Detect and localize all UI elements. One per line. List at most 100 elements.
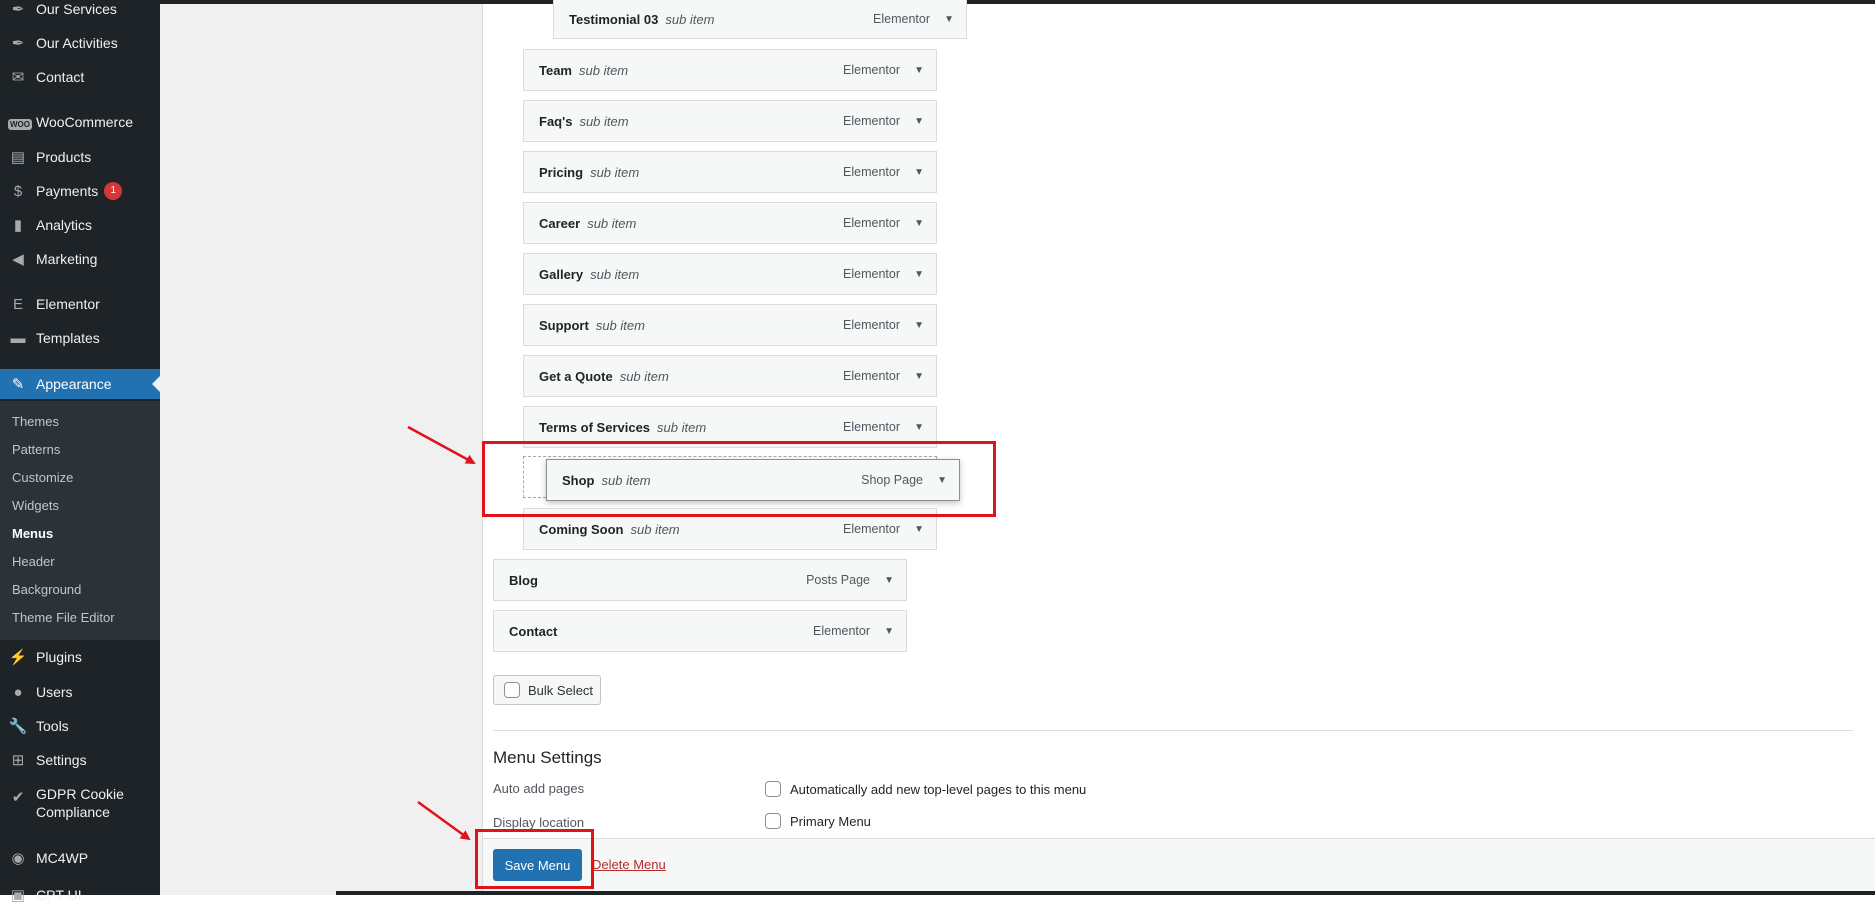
submenu-item-widgets[interactable]: Widgets: [12, 498, 59, 513]
bulk-select-checkbox[interactable]: [504, 682, 520, 698]
sidebar-item-our-activities[interactable]: ✒ Our Activities: [0, 28, 160, 58]
sidebar-item-label: Analytics: [36, 217, 93, 233]
menu-item-type: Elementor: [843, 522, 900, 536]
megaphone-icon: ◀: [12, 251, 24, 268]
menu-item-faq-s[interactable]: Faq's sub item Elementor ▼: [523, 100, 937, 142]
auto-add-option-label: Automatically add new top-level pages to…: [790, 781, 1087, 797]
caret-down-icon[interactable]: ▼: [914, 524, 924, 535]
sidebar-item-our-services[interactable]: ✒ Our Services: [0, 0, 160, 24]
primary-menu-option[interactable]: Primary Menu: [765, 813, 871, 829]
sidebar-item-label: Our Services: [36, 1, 117, 17]
menu-item-career[interactable]: Career sub item Elementor ▼: [523, 202, 937, 244]
menu-item-team[interactable]: Team sub item Elementor ▼: [523, 49, 937, 91]
menu-item-gallery[interactable]: Gallery sub item Elementor ▼: [523, 253, 937, 295]
submenu-item-menus[interactable]: Menus: [12, 526, 53, 541]
auto-add-pages-label: Auto add pages: [493, 781, 585, 796]
menu-item-blog[interactable]: Blog Posts Page ▼: [493, 559, 907, 601]
sidebar-item-label: WooCommerce: [36, 114, 133, 130]
sidebar-item-users[interactable]: ● Users: [0, 677, 160, 707]
elementor-icon: E: [12, 295, 23, 313]
sidebar-item-woocommerce[interactable]: WOO WooCommerce: [0, 107, 160, 137]
bulk-select-button[interactable]: Bulk Select: [493, 675, 601, 705]
caret-down-icon[interactable]: ▼: [884, 626, 894, 637]
caret-down-icon[interactable]: ▼: [914, 320, 924, 331]
menu-item-title: Faq's: [539, 113, 573, 129]
sidebar-item-label: Marketing: [36, 251, 98, 267]
dollar-icon: $: [13, 182, 23, 200]
menu-item-get-a-quote[interactable]: Get a Quote sub item Elementor ▼: [523, 355, 937, 397]
menu-item-testimonial-03[interactable]: Testimonial 03 sub item Elementor ▼: [553, 0, 967, 39]
caret-down-icon[interactable]: ▼: [914, 65, 924, 76]
menu-item-title: Pricing: [539, 164, 584, 180]
sidebar-item-elementor[interactable]: E Elementor: [0, 289, 160, 319]
sidebar-item-appearance[interactable]: ✎ Appearance: [0, 369, 160, 399]
sidebar-item-analytics[interactable]: ▮ Analytics: [0, 210, 160, 240]
menu-item-type: Elementor: [843, 165, 900, 179]
sidebar-item-label: MC4WP: [36, 850, 89, 866]
menu-item-type: Posts Page: [806, 573, 870, 587]
sidebar-item-templates[interactable]: ▬ Templates: [0, 323, 160, 353]
submenu-item-theme-file-editor[interactable]: Theme File Editor: [12, 610, 115, 625]
caret-down-icon[interactable]: ▼: [884, 575, 894, 586]
save-highlight-box: [475, 829, 594, 889]
caret-down-icon[interactable]: ▼: [914, 269, 924, 280]
delete-menu-link[interactable]: Delete Menu: [592, 857, 666, 872]
menu-item-title: Career: [539, 215, 581, 231]
menu-item-title: Coming Soon: [539, 521, 624, 537]
caret-down-icon[interactable]: ▼: [914, 371, 924, 382]
primary-menu-label: Primary Menu: [790, 813, 871, 829]
brush-icon: ✎: [11, 376, 25, 393]
menu-item-sub-label: sub item: [587, 215, 637, 231]
submenu-item-themes[interactable]: Themes: [12, 414, 59, 429]
display-location-label: Display location: [493, 815, 585, 830]
submenu-item-patterns[interactable]: Patterns: [12, 442, 60, 457]
sidebar-item-label: Appearance: [36, 376, 112, 392]
submenu-item-header[interactable]: Header: [12, 554, 55, 569]
menu-item-type: Elementor: [843, 267, 900, 281]
auto-add-option[interactable]: Automatically add new top-level pages to…: [765, 781, 1086, 797]
menu-item-title: Team: [539, 62, 572, 78]
caret-down-icon[interactable]: ▼: [914, 422, 924, 433]
menu-item-contact[interactable]: Contact Elementor ▼: [493, 610, 907, 652]
sidebar-item-label: Tools: [36, 718, 69, 734]
primary-menu-checkbox[interactable]: [765, 813, 781, 829]
menu-item-sub-label: sub item: [619, 368, 669, 384]
menu-item-support[interactable]: Support sub item Elementor ▼: [523, 304, 937, 346]
auto-add-checkbox[interactable]: [765, 781, 781, 797]
sidebar-item-products[interactable]: ▤ Products: [0, 142, 160, 172]
caret-down-icon[interactable]: ▼: [944, 14, 954, 25]
sidebar-item-settings[interactable]: ⊞ Settings: [0, 745, 160, 775]
settings-divider: [493, 730, 1853, 731]
menu-item-title: Gallery: [539, 266, 584, 282]
sidebar-item-contact[interactable]: ✉ Contact: [0, 62, 160, 92]
caret-down-icon[interactable]: ▼: [914, 218, 924, 229]
sidebar-item-label: Payments: [36, 183, 99, 199]
sidebar-item-plugins[interactable]: ⚡ Plugins: [0, 642, 160, 672]
sidebar-item-tools[interactable]: 🔧 Tools: [0, 711, 160, 741]
submenu-item-background[interactable]: Background: [12, 582, 81, 597]
menu-item-title: Support: [539, 317, 589, 333]
woo-icon: WOO: [8, 118, 32, 130]
sidebar-item-label: GDPR Cookie Compliance: [36, 786, 124, 820]
sidebar-item-marketing[interactable]: ◀ Marketing: [0, 244, 160, 274]
sidebar-item-mc4wp[interactable]: ◉ MC4WP: [0, 843, 160, 873]
sidebar-item-gdpr-cookie-compliance[interactable]: ✔ GDPR Cookie Compliance: [0, 785, 160, 829]
bar-chart-icon: ▮: [13, 217, 23, 234]
menu-item-title: Testimonial 03: [569, 11, 659, 27]
sidebar-item-label: Settings: [36, 752, 87, 768]
sidebar-item-label: CPT UI: [36, 887, 82, 903]
appearance-submenu: [0, 401, 160, 640]
caret-down-icon[interactable]: ▼: [914, 167, 924, 178]
sidebar-item-label: Templates: [36, 330, 100, 346]
menu-item-sub-label: sub item: [590, 266, 640, 282]
sidebar-item-payments[interactable]: $ Payments 1: [0, 176, 160, 206]
sidebar-item-cpt-ui[interactable]: ▣ CPT UI: [0, 880, 160, 910]
caret-down-icon[interactable]: ▼: [914, 116, 924, 127]
wrench-icon: 🔧: [8, 718, 28, 735]
mail-icon: ✉: [11, 69, 25, 86]
submenu-item-customize[interactable]: Customize: [12, 470, 73, 485]
menu-item-sub-label: sub item: [579, 113, 629, 129]
bulk-select-label: Bulk Select: [528, 682, 594, 698]
menu-item-pricing[interactable]: Pricing sub item Elementor ▼: [523, 151, 937, 193]
plug-icon: ⚡: [8, 649, 28, 666]
